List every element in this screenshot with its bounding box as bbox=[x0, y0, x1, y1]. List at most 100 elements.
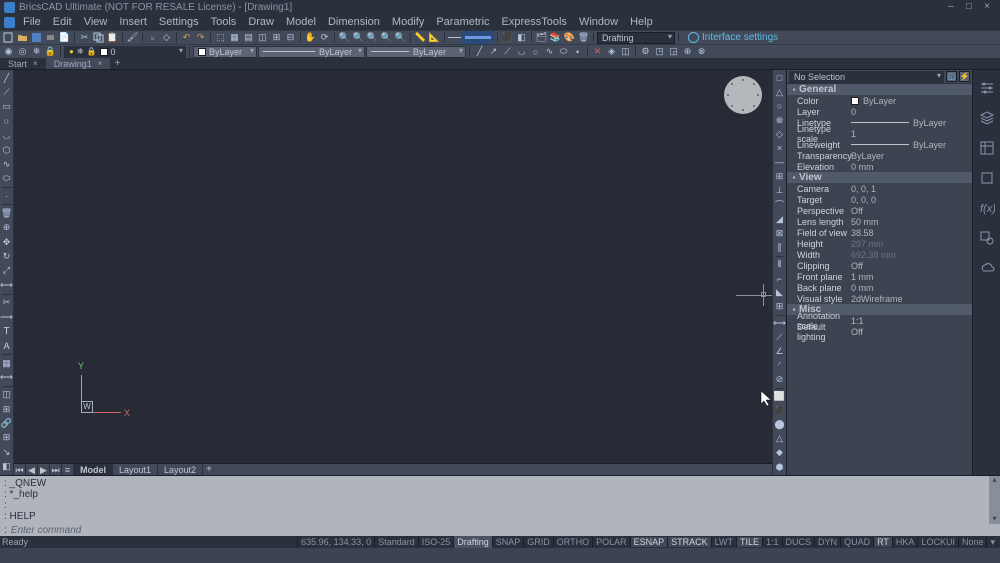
tool-k-icon[interactable]: ⊗ bbox=[695, 45, 708, 58]
copy2-icon[interactable]: ⊕ bbox=[0, 222, 13, 234]
block2-icon[interactable]: ◫ bbox=[0, 389, 13, 401]
layer-frz-icon[interactable]: ❄ bbox=[30, 45, 43, 58]
polygon-icon[interactable]: ⬡ bbox=[0, 144, 13, 156]
mirror2-icon[interactable]: ⟷ bbox=[0, 279, 13, 291]
add-tab-button[interactable]: + bbox=[110, 58, 124, 69]
zoom-prev-icon[interactable]: 🔍 bbox=[394, 31, 407, 44]
close-icon[interactable]: × bbox=[98, 58, 103, 70]
add-layout-button[interactable]: + bbox=[203, 464, 215, 475]
layers-panel-icon[interactable] bbox=[979, 110, 995, 126]
dim-icon[interactable]: ⟷ bbox=[0, 371, 13, 383]
menu-model[interactable]: Model bbox=[280, 15, 322, 30]
snap-near-icon[interactable]: ◢ bbox=[773, 213, 786, 225]
status-quad[interactable]: QUAD bbox=[840, 537, 873, 547]
pline-icon[interactable]: ⟋ bbox=[501, 45, 514, 58]
pt-icon[interactable]: • bbox=[571, 45, 584, 58]
rectangle-icon[interactable]: ▭ bbox=[0, 101, 13, 113]
snap-int-icon[interactable]: × bbox=[773, 142, 786, 154]
thick-line-icon[interactable] bbox=[462, 31, 494, 44]
drawing-canvas[interactable]: W Y X bbox=[14, 70, 772, 463]
cut-icon[interactable]: ✂ bbox=[78, 31, 91, 44]
extend-icon[interactable]: ⟶ bbox=[0, 311, 13, 323]
snap-node-icon[interactable]: ⊗ bbox=[773, 114, 786, 126]
erase-icon[interactable]: 🗑 bbox=[0, 207, 13, 219]
explorer-icon[interactable]: 🗂 bbox=[535, 31, 548, 44]
settings-panel-icon[interactable] bbox=[979, 80, 995, 96]
linetype-dropdown[interactable]: ByLayer bbox=[258, 46, 365, 58]
snap-perp-icon[interactable]: ⊥ bbox=[773, 184, 786, 196]
snap-tan-icon[interactable]: ⌒ bbox=[773, 198, 786, 211]
status-dyn[interactable]: DYN bbox=[814, 537, 840, 547]
status-hka[interactable]: HKA bbox=[892, 537, 918, 547]
snap-app-icon[interactable]: ⊠ bbox=[773, 227, 786, 239]
circle-icon[interactable]: ○ bbox=[0, 115, 13, 127]
mirror-icon[interactable]: ◫ bbox=[619, 45, 632, 58]
tool-j-icon[interactable]: ⊕ bbox=[681, 45, 694, 58]
table-icon[interactable]: ⊞ bbox=[0, 432, 13, 444]
3d-cyl-icon[interactable]: ⬤ bbox=[773, 419, 786, 431]
fx-panel-icon[interactable]: f(x) bbox=[979, 200, 995, 216]
param-icon[interactable]: ◇ bbox=[160, 31, 173, 44]
layout-tab-model[interactable]: Model bbox=[74, 464, 113, 475]
snap-end-icon[interactable]: □ bbox=[773, 72, 786, 84]
xline-icon[interactable]: ╱ bbox=[473, 45, 486, 58]
line-style-icon[interactable] bbox=[448, 31, 461, 44]
arc2-icon[interactable]: ◡ bbox=[0, 130, 13, 142]
structure-panel-icon[interactable] bbox=[979, 140, 995, 156]
layer-lock-icon[interactable]: 🔒 bbox=[44, 45, 57, 58]
explode-icon[interactable]: ◈ bbox=[605, 45, 618, 58]
status-rt[interactable]: RT bbox=[873, 537, 892, 547]
menu-insert[interactable]: Insert bbox=[113, 15, 153, 30]
tool-f-icon[interactable]: ⊟ bbox=[284, 31, 297, 44]
menu-settings[interactable]: Settings bbox=[153, 15, 205, 30]
snap-mid-icon[interactable]: △ bbox=[773, 86, 786, 98]
status-strack[interactable]: STRACK bbox=[667, 537, 711, 547]
status-snap[interactable]: SNAP bbox=[492, 537, 524, 547]
status-esnap[interactable]: ESNAP bbox=[630, 537, 668, 547]
trim-icon[interactable]: ✂ bbox=[0, 296, 13, 308]
tab-start[interactable]: Start× bbox=[0, 58, 46, 69]
mtext-icon[interactable]: A bbox=[0, 340, 13, 352]
leader-icon[interactable]: ↘ bbox=[0, 446, 13, 458]
status-lockui[interactable]: LOCKUI bbox=[917, 537, 958, 547]
redo-icon[interactable]: ↷ bbox=[194, 31, 207, 44]
layout-list-button[interactable]: ≡ bbox=[62, 464, 74, 475]
command-input[interactable]: : Enter command bbox=[0, 524, 1000, 536]
menu-parametric[interactable]: Parametric bbox=[430, 15, 495, 30]
color-dropdown[interactable]: ByLayer bbox=[193, 46, 257, 58]
insert-icon[interactable]: ⊞ bbox=[0, 403, 13, 415]
history-scrollbar[interactable]: ▴ ▾ bbox=[989, 476, 1000, 524]
spline-icon[interactable]: ∿ bbox=[543, 45, 556, 58]
dist-icon[interactable]: 📏 bbox=[414, 31, 427, 44]
copy-icon[interactable] bbox=[92, 31, 105, 44]
status-coords[interactable]: 635.96, 134.33, 0 bbox=[297, 536, 374, 548]
cloud-panel-icon[interactable] bbox=[979, 260, 995, 276]
line-icon[interactable]: ╱ bbox=[0, 72, 13, 84]
layout-tab-l2[interactable]: Layout2 bbox=[158, 464, 203, 475]
maximize-button[interactable]: □ bbox=[960, 1, 978, 15]
3d-sphere-icon[interactable]: ⚫ bbox=[773, 405, 786, 417]
dim-dia-icon[interactable]: ⊘ bbox=[773, 374, 786, 386]
array-icon[interactable]: ⊞ bbox=[773, 301, 786, 313]
interface-settings-link[interactable]: Interface settings bbox=[682, 32, 784, 43]
ray-icon[interactable]: ↗ bbox=[487, 45, 500, 58]
status-none[interactable]: None bbox=[958, 536, 987, 548]
layer-off-icon[interactable]: ◎ bbox=[16, 45, 29, 58]
menu-file[interactable]: File bbox=[17, 15, 47, 30]
status-menu-icon[interactable]: ▾ bbox=[986, 536, 998, 548]
tool-i-icon[interactable]: ◲ bbox=[667, 45, 680, 58]
menu-tools[interactable]: Tools bbox=[205, 15, 243, 30]
menu-icon[interactable] bbox=[4, 17, 15, 28]
3d-tool-icon[interactable]: ⬢ bbox=[773, 461, 786, 473]
offset-icon[interactable]: ⫴ bbox=[773, 258, 786, 270]
clean-icon[interactable]: 🗑 bbox=[577, 31, 590, 44]
dim-lin-icon[interactable]: ⟷ bbox=[773, 318, 786, 330]
undo-icon[interactable]: ↶ bbox=[180, 31, 193, 44]
scale-icon[interactable]: ⤢ bbox=[0, 265, 13, 277]
erase-x-icon[interactable]: ✕ bbox=[591, 45, 604, 58]
blocks-panel-icon[interactable] bbox=[979, 170, 995, 186]
xref-icon[interactable]: 🔗 bbox=[0, 417, 13, 429]
status-1:1[interactable]: 1:1 bbox=[762, 537, 782, 547]
tool-d-icon[interactable]: ◫ bbox=[256, 31, 269, 44]
3d-cone-icon[interactable]: △ bbox=[773, 433, 786, 445]
